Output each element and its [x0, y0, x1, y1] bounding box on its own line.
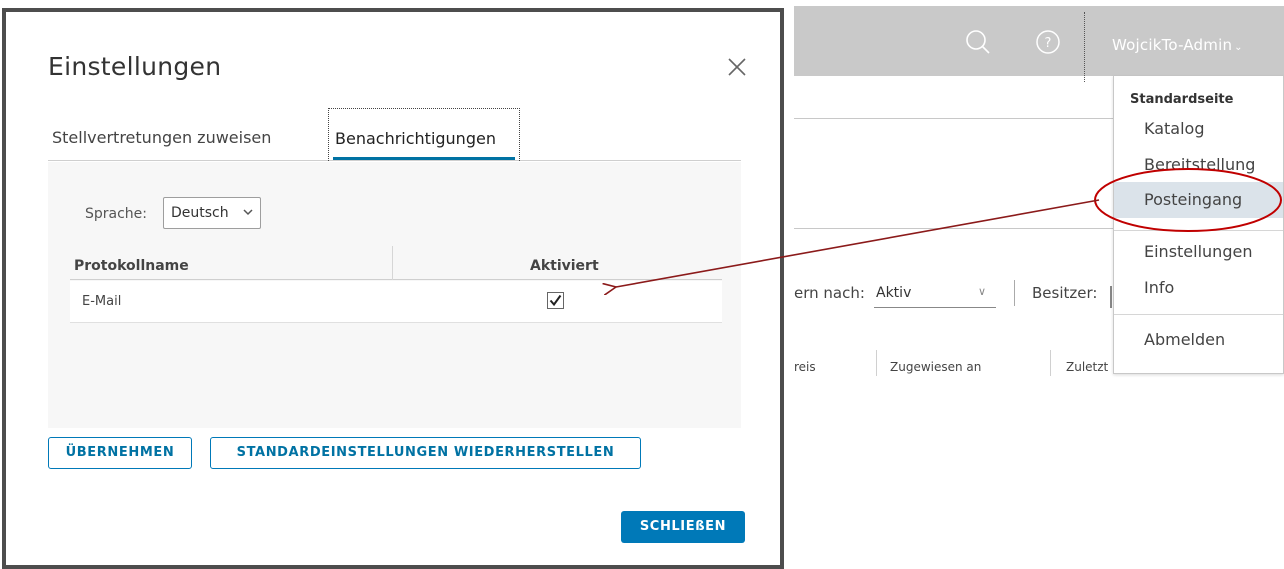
- svg-text:?: ?: [1045, 36, 1052, 51]
- user-dropdown-menu: Standardseite Katalog Bereitstellung Pos…: [1113, 76, 1284, 374]
- chevron-down-icon: [243, 209, 253, 216]
- column-header-enabled: Aktiviert: [530, 258, 599, 274]
- dialog-title: Einstellungen: [48, 52, 222, 81]
- help-icon[interactable]: ?: [1034, 28, 1062, 56]
- tab-benachrichtigungen[interactable]: Benachrichtigungen: [328, 108, 520, 163]
- email-enabled-checkbox[interactable]: [547, 292, 564, 309]
- language-select[interactable]: Deutsch: [163, 197, 261, 229]
- menu-item-katalog[interactable]: Katalog: [1114, 119, 1283, 138]
- divider: [794, 118, 1114, 119]
- menu-item-abmelden[interactable]: Abmelden: [1114, 330, 1283, 349]
- menu-item-bereitstellung[interactable]: Bereitstellung: [1114, 155, 1283, 174]
- apply-button[interactable]: ÜBERNEHMEN: [48, 437, 192, 469]
- tab-label: Benachrichtigungen: [335, 129, 496, 148]
- close-icon[interactable]: [726, 56, 748, 78]
- owner-input-edge[interactable]: [1110, 286, 1112, 308]
- menu-item-einstellungen[interactable]: Einstellungen: [1114, 242, 1283, 261]
- status-filter-select[interactable]: Aktiv ∨: [874, 282, 996, 308]
- user-menu-toggle[interactable]: WojcikTo-Admin ⌄: [1112, 36, 1243, 54]
- close-button[interactable]: SCHLIEßEN: [621, 511, 745, 543]
- column-separator: [392, 246, 393, 280]
- protocol-name: E-Mail: [82, 294, 122, 309]
- column-header[interactable]: reis: [794, 360, 816, 374]
- column-separator: [1050, 350, 1051, 376]
- restore-defaults-button[interactable]: STANDARDEINSTELLUNGEN WIEDERHERSTELLEN: [210, 437, 641, 469]
- table-header: Protokollname Aktiviert: [70, 246, 722, 280]
- header-separator: [1084, 12, 1085, 82]
- tab-stellvertretungen[interactable]: Stellvertretungen zuweisen: [52, 108, 271, 161]
- menu-divider: [1114, 230, 1283, 231]
- app-header: ? WojcikTo-Admin ⌄: [794, 6, 1284, 82]
- menu-divider: [1114, 314, 1283, 315]
- column-separator: [876, 350, 877, 376]
- divider: [794, 228, 1114, 229]
- divider: [1014, 280, 1015, 306]
- column-header-protocol: Protokollname: [74, 258, 189, 274]
- owner-filter-label: Besitzer:: [1032, 284, 1098, 302]
- column-header[interactable]: Zuletzt: [1066, 360, 1108, 374]
- dialog-tabs: Stellvertretungen zuweisen Benachrichtig…: [48, 108, 741, 163]
- chevron-down-icon: ∨: [977, 285, 986, 298]
- chevron-down-icon: ⌄: [1234, 42, 1243, 53]
- table-row: E-Mail: [70, 281, 722, 323]
- menu-item-info[interactable]: Info: [1114, 278, 1283, 297]
- menu-item-posteingang[interactable]: Posteingang: [1114, 182, 1283, 218]
- language-value: Deutsch: [171, 205, 229, 221]
- dropdown-section-header: Standardseite: [1130, 92, 1234, 107]
- search-icon[interactable]: [964, 28, 992, 56]
- user-name: WojcikTo-Admin: [1112, 36, 1233, 54]
- settings-dialog: Einstellungen Stellvertretungen zuweisen…: [2, 8, 784, 569]
- notifications-panel: Sprache: Deutsch Protokollname Aktiviert…: [48, 162, 741, 428]
- column-header[interactable]: Zugewiesen an: [890, 360, 981, 374]
- language-label: Sprache:: [85, 206, 148, 222]
- filter-label: ern nach:: [794, 284, 865, 302]
- active-tab-indicator: [333, 157, 515, 160]
- filter-value: Aktiv: [876, 285, 912, 301]
- screenshot-root: ? WojcikTo-Admin ⌄ ern nach: Aktiv ∨ Besi…: [0, 0, 1284, 569]
- checkmark-icon: [549, 294, 562, 307]
